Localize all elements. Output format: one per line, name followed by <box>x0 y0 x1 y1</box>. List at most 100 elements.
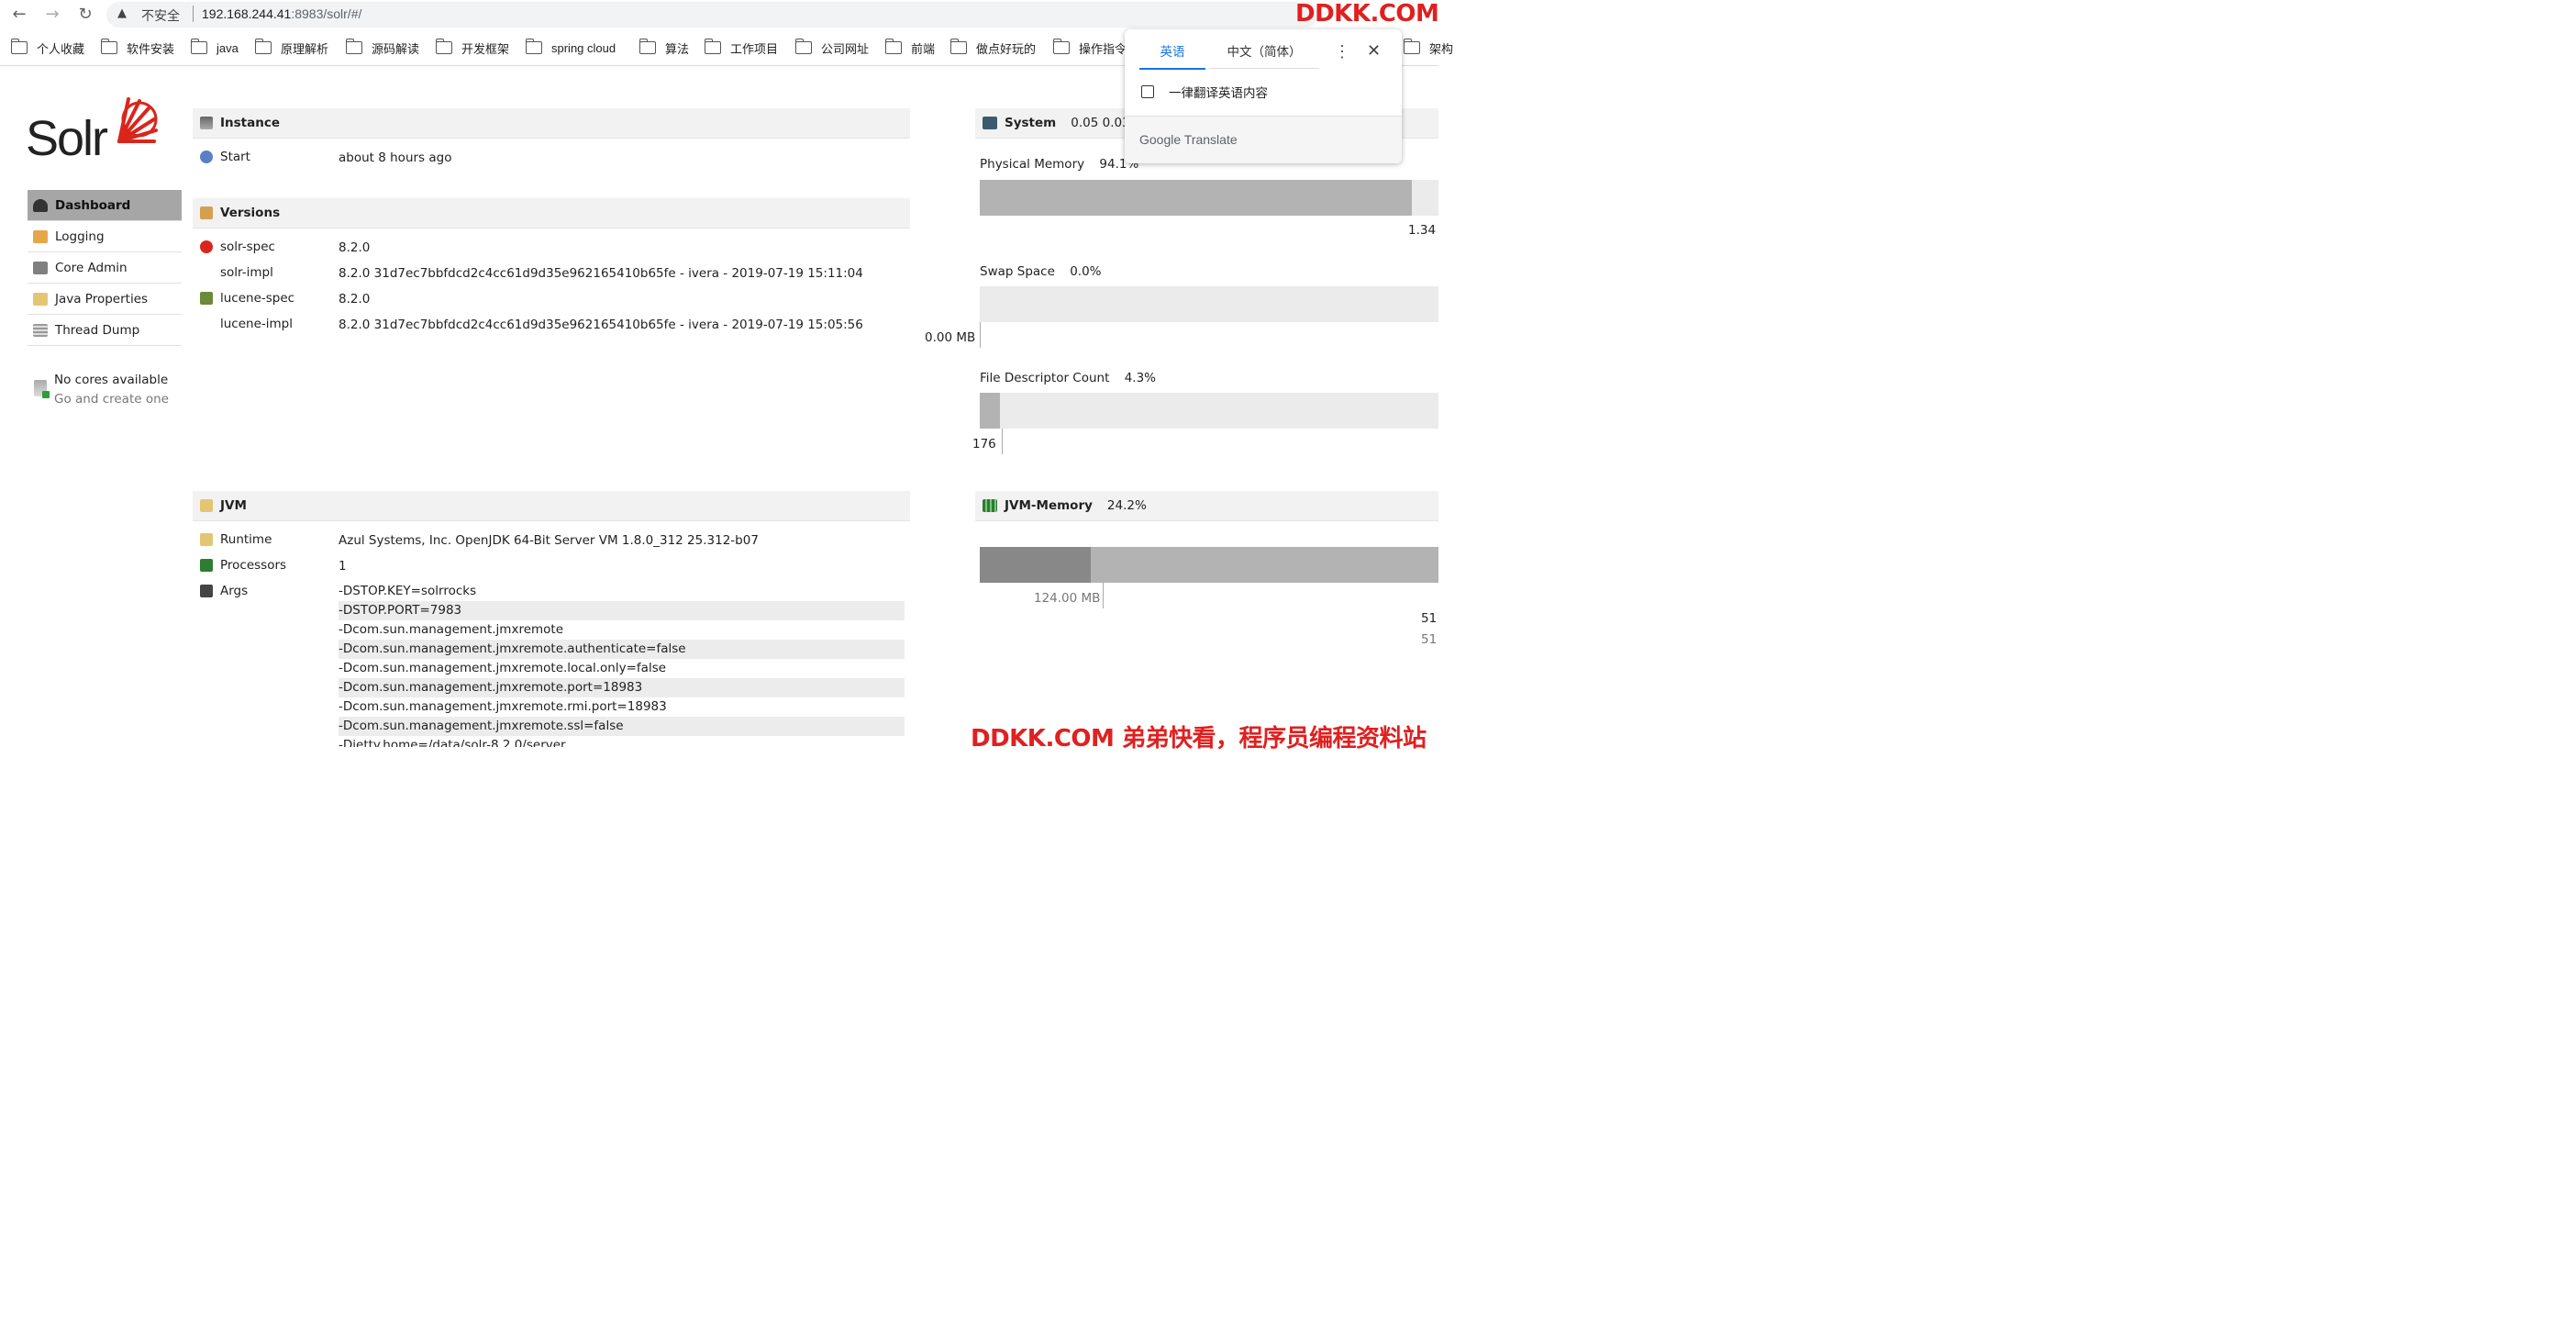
java-properties-icon <box>33 292 48 306</box>
bookmark-label: 操作指令 <box>1079 41 1127 56</box>
url-text[interactable]: 192.168.244.41:8983/solr/#/ <box>202 6 361 21</box>
lucene-icon <box>200 292 213 305</box>
watermark-bottom: DDKK.COM 弟弟快看，程序员编程资料站 <box>971 725 1427 753</box>
close-icon[interactable]: ✕ <box>1367 41 1381 60</box>
cores-add-icon <box>42 391 50 398</box>
jvm-memory-used: 124.00 MB <box>1034 591 1101 606</box>
fd-used: 176 <box>972 437 996 452</box>
nav-item-java-properties[interactable]: Java Properties <box>28 284 182 315</box>
bookmark-folder[interactable]: 架构 <box>1403 39 1454 57</box>
jvm-memory-header: JVM-Memory 24.2% <box>975 491 1438 521</box>
bar-title: Swap Space <box>980 264 1055 279</box>
bookmark-folder[interactable]: 软件安装 <box>100 39 174 57</box>
section-title: Versions <box>220 206 281 220</box>
bar-title: Physical Memory <box>980 157 1085 172</box>
dashboard-icon <box>33 198 48 212</box>
jvm-arg: -Djetty.home=/data/solr-8.2.0/server <box>339 738 566 747</box>
bookmark-label: 架构 <box>1429 41 1454 56</box>
versions-icon <box>200 206 213 219</box>
warning-icon[interactable]: ▲ <box>117 6 127 20</box>
row-label: solr-spec <box>220 240 275 254</box>
bookmark-folder[interactable]: 公司网址 <box>794 39 869 57</box>
bookmark-folder[interactable]: 做点好玩的 <box>949 39 1036 57</box>
always-translate-checkbox[interactable] <box>1141 85 1154 98</box>
version-value: 8.2.0 31d7ec7bbfdcd2c4cc61d9d35e96216541… <box>339 266 863 281</box>
folder-icon <box>638 39 656 54</box>
physical-memory-label: Physical Memory 94.1% <box>980 157 1138 172</box>
swap-space-bar <box>980 286 1438 322</box>
runtime-row-label: Runtime <box>200 532 272 547</box>
file-descriptor-bar <box>980 393 1438 429</box>
more-options-icon[interactable]: ⋮ <box>1334 42 1350 61</box>
physical-memory-fill <box>980 180 1412 216</box>
always-translate-label[interactable]: 一律翻译英语内容 <box>1169 83 1268 101</box>
bookmark-folder[interactable]: java <box>190 39 239 57</box>
jvm-arg: -DSTOP.PORT=7983 <box>339 601 905 620</box>
bookmark-label: 工作项目 <box>730 41 779 56</box>
start-row-label: Start <box>200 150 250 164</box>
bookmark-folder[interactable]: 前端 <box>884 39 935 57</box>
versions-header: Versions <box>193 198 910 229</box>
row-label: Start <box>220 150 250 164</box>
url-path: :8983/solr/#/ <box>291 6 362 21</box>
jvm-memory-percent: 24.2% <box>1106 498 1147 513</box>
sidebar: Solr Dashboard Logging Core Admin Java P… <box>0 66 182 747</box>
address-bar[interactable]: ▲ 不安全 192.168.244.41:8983/solr/#/ <box>106 2 1317 28</box>
runtime-icon <box>200 533 213 546</box>
folder-icon <box>704 39 721 54</box>
clock-icon <box>200 151 213 163</box>
bookmark-folder[interactable]: 原理解析 <box>254 39 329 57</box>
solr-logo[interactable]: Solr <box>26 94 163 167</box>
file-descriptor-fill <box>980 393 1000 429</box>
jvm-arg: -Dcom.sun.management.jmxremote.ssl=false <box>339 717 905 736</box>
bookmark-folder[interactable]: 算法 <box>638 39 689 57</box>
reload-icon[interactable]: ↻ <box>73 4 97 26</box>
instance-icon <box>200 117 213 129</box>
version-value: 8.2.0 <box>339 240 371 255</box>
processors-row-label: Processors <box>200 558 286 573</box>
swap-used: 0.00 MB <box>925 330 976 345</box>
version-value: 8.2.0 <box>339 292 371 307</box>
bookmark-folder[interactable]: 开发框架 <box>435 39 509 57</box>
logo-text: Solr <box>26 111 108 166</box>
row-label: lucene-impl <box>220 317 293 331</box>
forward-icon[interactable]: → <box>40 4 64 26</box>
folder-icon <box>949 39 967 54</box>
jvm-memory-bar <box>980 547 1438 583</box>
bookmark-label: java <box>217 40 239 55</box>
nav-item-logging[interactable]: Logging <box>28 221 182 252</box>
bookmark-folder[interactable]: spring cloud <box>525 39 616 57</box>
jvm-arg: -Dcom.sun.management.jmxremote.port=1898… <box>339 678 905 697</box>
bar-title: File Descriptor Count <box>980 371 1110 385</box>
create-core-link[interactable]: Go and create one <box>54 392 169 407</box>
instance-header: Instance <box>193 108 910 139</box>
security-label[interactable]: 不安全 <box>141 6 180 25</box>
bookmark-folder[interactable]: 操作指令 <box>1052 39 1127 57</box>
section-title: System <box>1005 116 1057 130</box>
row-label: solr-impl <box>220 265 273 280</box>
system-icon <box>983 117 997 129</box>
back-icon[interactable]: ← <box>7 4 31 26</box>
system-load: 0.05 0.03 <box>1071 116 1130 130</box>
bookmark-folder[interactable]: 工作项目 <box>704 39 779 57</box>
jvm-arg: -Dcom.sun.management.jmxremote.rmi.port=… <box>339 699 667 714</box>
watermark-top: DDKK.COM <box>1295 0 1439 28</box>
runtime-value: Azul Systems, Inc. OpenJDK 64-Bit Server… <box>339 533 759 548</box>
folder-icon <box>1052 39 1070 54</box>
version-row-label: solr-impl <box>220 265 273 280</box>
no-cores-notice[interactable]: No cores available Go and create one <box>28 371 182 411</box>
bookmark-folder[interactable]: 个人收藏 <box>10 39 84 57</box>
jvm-memory-icon <box>983 499 997 512</box>
nav-item-dashboard[interactable]: Dashboard <box>28 190 182 221</box>
nav-item-core-admin[interactable]: Core Admin <box>28 252 182 284</box>
nav-item-thread-dump[interactable]: Thread Dump <box>28 315 182 346</box>
version-row-label: lucene-impl <box>220 317 293 331</box>
tab-chinese[interactable]: 中文（简体） <box>1209 39 1319 69</box>
solr-icon <box>200 240 213 253</box>
bookmark-label: 原理解析 <box>281 41 329 56</box>
folder-icon <box>435 39 452 54</box>
physical-memory-bar <box>980 180 1438 216</box>
bookmark-folder[interactable]: 源码解读 <box>345 39 419 57</box>
no-cores-title: No cores available <box>54 373 169 387</box>
tab-english[interactable]: 英语 <box>1139 39 1205 70</box>
